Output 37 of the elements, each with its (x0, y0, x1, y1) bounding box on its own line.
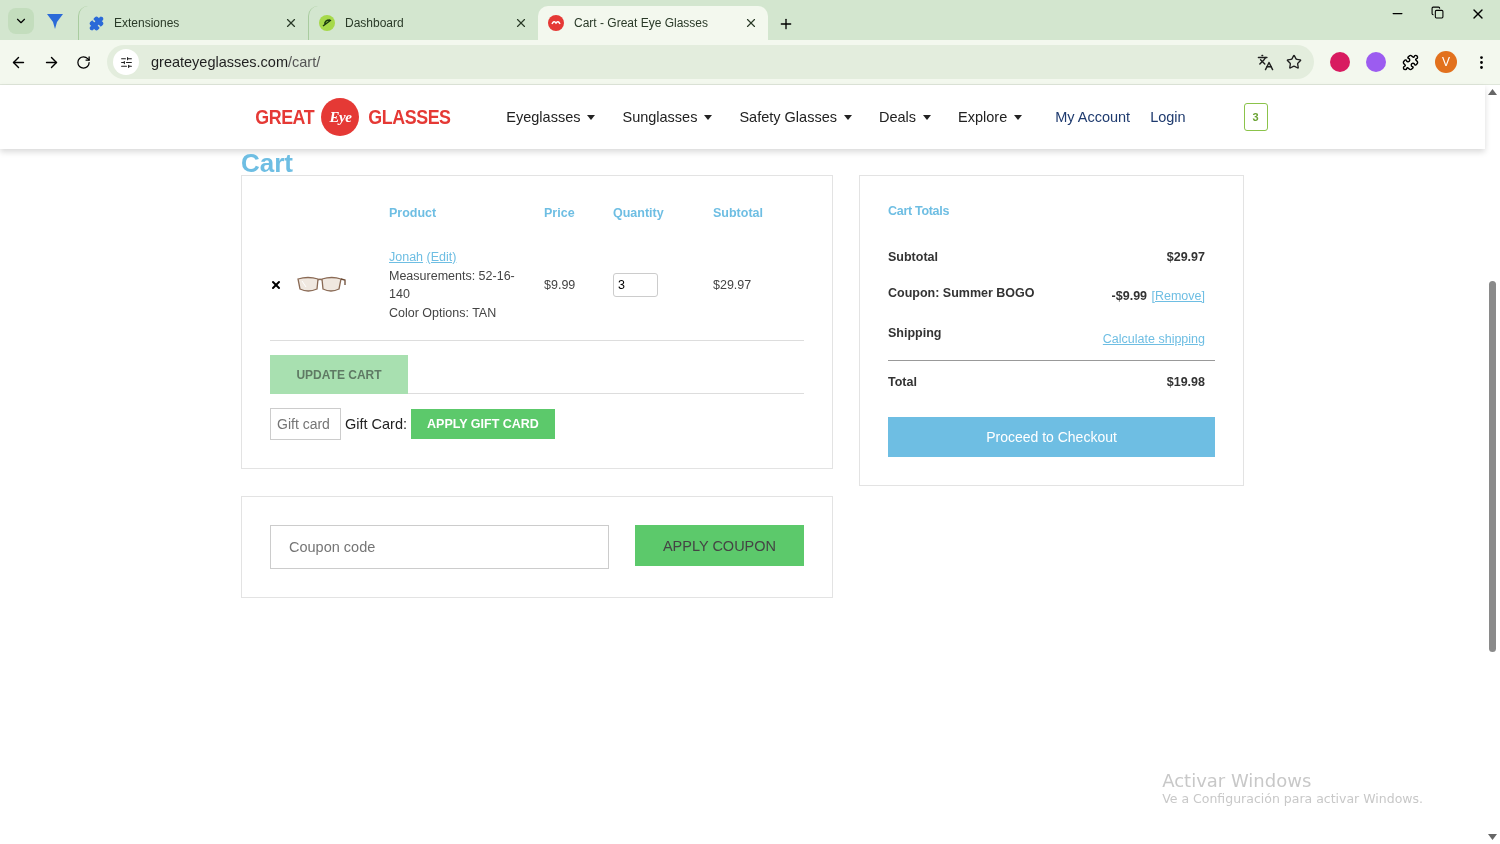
profile-avatar[interactable]: V (1435, 51, 1457, 73)
color-text: Color Options: TAN (389, 304, 498, 322)
column-header: Product (389, 205, 438, 222)
page-title: Cart (241, 151, 294, 175)
column-header: Price (544, 205, 576, 222)
logo-text[interactable]: GLASSES (368, 105, 452, 129)
nav-link[interactable]: Explore (958, 109, 1023, 125)
nav-link[interactable]: Eyeglasses (506, 109, 596, 125)
totals-label: Coupon: Summer BOGO (888, 286, 1035, 300)
totals-label: Subtotal (888, 250, 938, 264)
login-link[interactable]: Login (1150, 109, 1186, 125)
account-link[interactable]: My Account (1055, 109, 1131, 125)
nav-link[interactable]: Sunglasses (622, 109, 713, 125)
column-header: Quantity (613, 205, 665, 222)
address-bar[interactable]: greateyeglasses.com/cart/ (107, 45, 1314, 79)
apply-coupon-button[interactable]: APPLY COUPON (635, 525, 804, 566)
totals-label: Shipping (888, 326, 942, 340)
gift-card-label: Gift Card: (345, 416, 408, 432)
url-text: greateyeglasses.com/cart/ (151, 54, 322, 70)
logo-badge[interactable]: Eye (321, 98, 360, 136)
totals-value: $19.98 (1166, 375, 1205, 389)
totals-label: Total (888, 375, 917, 389)
nav-link[interactable]: Safety Glasses (739, 109, 852, 125)
measurements-text: Measurements: 52-16-140 (389, 267, 516, 303)
price-cell-text: $9.99 (544, 278, 577, 292)
coupon-input[interactable]: Coupon code (270, 525, 609, 569)
nav-link[interactable]: Deals (878, 109, 932, 125)
totals-value: -$9.99 (1111, 289, 1148, 303)
gift-card-input[interactable]: Gift card (270, 408, 341, 440)
column-header: Subtotal (713, 205, 764, 222)
totals-title: Cart Totals (888, 204, 951, 218)
totals-value: $29.97 (1166, 250, 1205, 264)
subtotal-cell-text: $29.97 (713, 278, 753, 292)
logo-text[interactable]: GREAT (255, 105, 315, 129)
quantity-input[interactable]: 3 (613, 273, 658, 297)
cart-badge[interactable]: 3 (1243, 103, 1268, 131)
browser-tab[interactable]: Cart - Great Eye Glasses (538, 6, 768, 40)
